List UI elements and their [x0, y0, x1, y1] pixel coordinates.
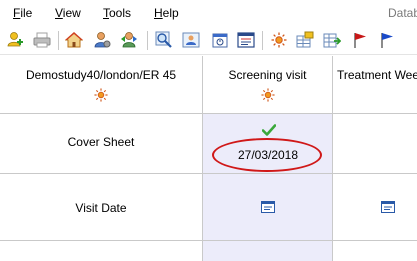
- print-icon[interactable]: [32, 30, 52, 50]
- check-icon: [262, 124, 276, 136]
- visit-grid: Demostudy40/london/ER 45 Screening visit…: [0, 56, 417, 261]
- patient-column-header[interactable]: Demostudy40/london/ER 45: [0, 56, 203, 114]
- toolbar: [0, 26, 417, 55]
- screening-visit-header[interactable]: Screening visit: [203, 56, 333, 114]
- home-icon[interactable]: [64, 30, 84, 50]
- screening-visit-date-cell[interactable]: [203, 174, 333, 241]
- menu-file[interactable]: File: [13, 6, 32, 20]
- search-icon[interactable]: [154, 30, 174, 50]
- red-flag-icon[interactable]: [350, 30, 370, 50]
- treatment-visit-date-cell[interactable]: [333, 174, 417, 241]
- row-label-visit-date[interactable]: Visit Date: [0, 174, 203, 241]
- menu-view[interactable]: View: [55, 6, 81, 20]
- toolbar-separator: [147, 31, 148, 50]
- calendar-icon[interactable]: [210, 30, 230, 50]
- row-label-empty: [0, 241, 203, 261]
- treatment-cover-sheet-cell[interactable]: [333, 114, 417, 174]
- row-label-cover-sheet[interactable]: Cover Sheet: [0, 114, 203, 174]
- user-settings-icon[interactable]: [92, 30, 112, 50]
- treatment-row-cell[interactable]: [333, 241, 417, 261]
- screening-visit-label: Screening visit: [228, 68, 307, 82]
- transfer-icon[interactable]: [119, 30, 139, 50]
- screening-row-cell[interactable]: [203, 241, 333, 261]
- table-export-icon[interactable]: [322, 30, 342, 50]
- form-icon[interactable]: [261, 201, 275, 213]
- sun-icon: [94, 88, 108, 102]
- user-card-icon[interactable]: [181, 30, 201, 50]
- form-icon[interactable]: [381, 201, 395, 213]
- form-icon[interactable]: [236, 30, 256, 50]
- toolbar-separator: [58, 31, 59, 50]
- treatment-week-header[interactable]: Treatment Wee: [333, 56, 417, 114]
- blue-flag-icon[interactable]: [377, 30, 397, 50]
- table-edit-icon[interactable]: [295, 30, 315, 50]
- menu-tools[interactable]: Tools: [103, 6, 131, 20]
- app-title: Datab: [388, 6, 417, 20]
- toolbar-separator: [262, 31, 263, 50]
- sun-icon: [260, 88, 275, 102]
- cover-sheet-label: Cover Sheet: [67, 135, 135, 149]
- sun-icon[interactable]: [269, 30, 289, 50]
- patient-id-label: Demostudy40/london/ER 45: [25, 68, 177, 82]
- menu-help[interactable]: Help: [154, 6, 179, 20]
- visit-date-label: Visit Date: [75, 201, 127, 215]
- highlight-ellipse: [212, 138, 322, 172]
- treatment-week-label: Treatment Wee: [337, 68, 417, 82]
- menu-bar: File View Tools Help Datab: [0, 0, 417, 26]
- add-patient-icon[interactable]: [5, 30, 25, 50]
